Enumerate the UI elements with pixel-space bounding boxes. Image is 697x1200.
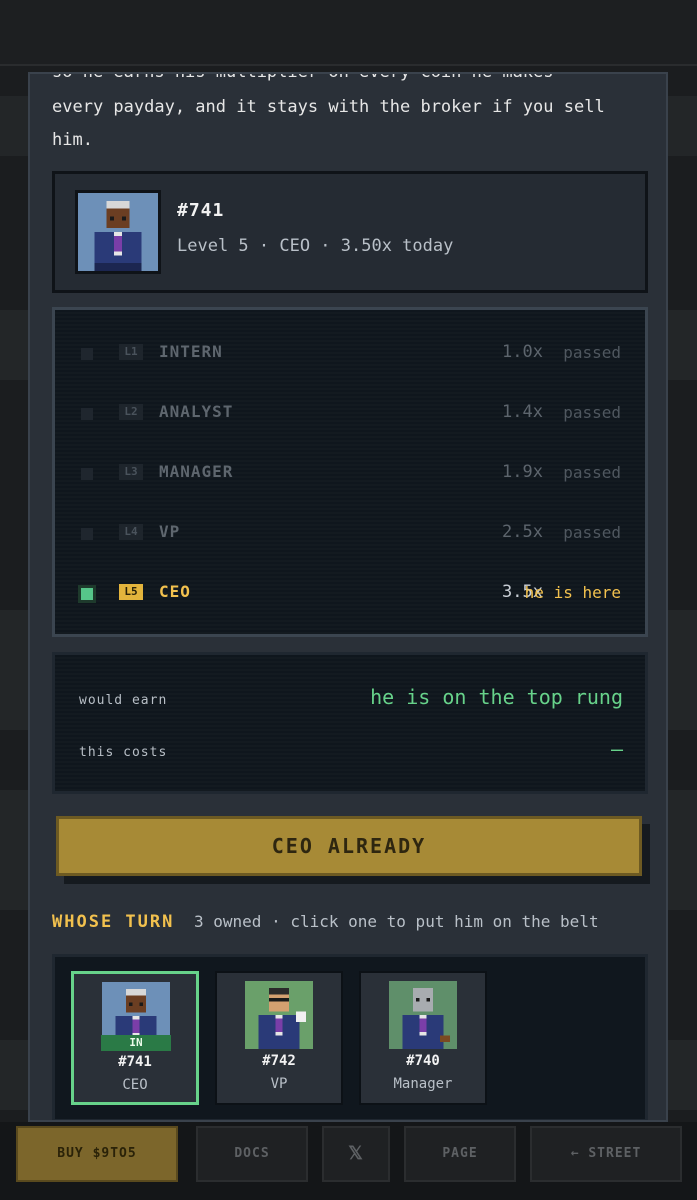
whose-turn-title: WHOSE TURN [52, 912, 175, 932]
background-top-bar [0, 0, 697, 66]
intro-cut-text: so he earns his multiplier on every coin… [52, 72, 554, 82]
docs-button[interactable]: DOCS [196, 1126, 308, 1182]
rung-level-badge: L4 [119, 524, 143, 540]
rung-state: passed [563, 343, 621, 362]
rung-state: passed [563, 403, 621, 422]
ladder-rung-ceo: L5 CEO 3.5x he is here [55, 574, 645, 614]
whose-turn-header: WHOSE TURN 3 owned · click one to put hi… [52, 912, 662, 932]
slot-broker-id: #742 [262, 1053, 296, 1069]
rung-level-badge: L3 [119, 464, 143, 480]
intro-cut-line: so he earns his multiplier on every coin… [52, 72, 652, 87]
promote-button[interactable]: CEO ALREADY [56, 816, 642, 876]
slot-broker-role: Manager [393, 1076, 453, 1092]
rung-indicator [81, 528, 93, 540]
slot-broker-id: #740 [406, 1053, 440, 1069]
costs-label: this costs [79, 745, 168, 760]
vp-portrait-icon [245, 981, 313, 1049]
rung-indicator [81, 348, 93, 360]
owned-broker-slot[interactable]: IN #741 CEO [71, 971, 199, 1105]
ladder-rung-intern: L1 INTERN 1.0x passed [55, 334, 645, 374]
rung-state: passed [563, 463, 621, 482]
street-back-button[interactable]: ← STREET [530, 1126, 682, 1182]
rung-level-badge: L5 [119, 584, 143, 600]
rung-level-badge: L2 [119, 404, 143, 420]
intro-line-1: every payday, and it stays with the brok… [52, 97, 605, 117]
rung-multiplier: 2.5x [502, 522, 543, 542]
x-social-button[interactable]: 𝕏 [322, 1126, 390, 1182]
ladder-rung-manager: L3 MANAGER 1.9x passed [55, 454, 645, 494]
whose-turn-subtitle: 3 owned · click one to put him on the be… [194, 912, 599, 931]
owned-broker-slot[interactable]: #740 Manager [359, 971, 487, 1105]
broker-level-summary: Level 5 · CEO · 3.50x today [177, 236, 454, 256]
broker-id: #741 [177, 200, 225, 221]
bottom-nav-bar: BUY $9TO5 DOCS 𝕏 PAGE ← STREET [0, 1122, 697, 1200]
slot-broker-role: VP [270, 1076, 288, 1092]
broker-card: #741 Level 5 · CEO · 3.50x today [52, 171, 648, 293]
rung-state: he is here [524, 583, 621, 602]
broker-promotion-modal: so he earns his multiplier on every coin… [28, 72, 668, 1122]
intro-text: so he earns his multiplier on every coin… [52, 74, 652, 157]
current-rung-indicator [81, 588, 93, 600]
rung-indicator [81, 408, 93, 420]
ladder-rung-analyst: L2 ANALYST 1.4x passed [55, 394, 645, 434]
owned-brokers-list: IN #741 CEO #742 VP #740 Manager [52, 954, 648, 1120]
rung-state: passed [563, 523, 621, 542]
rung-multiplier: 1.4x [502, 402, 543, 422]
page-button[interactable]: PAGE [404, 1126, 516, 1182]
intro-line-2: him. [52, 130, 93, 150]
would-earn-value: he is on the top rung [370, 685, 623, 709]
on-belt-badge: IN [101, 1035, 171, 1051]
slot-broker-role: CEO [122, 1077, 148, 1093]
rung-name: MANAGER [159, 462, 234, 481]
rung-name: INTERN [159, 342, 223, 361]
ladder-rung-vp: L4 VP 2.5x passed [55, 514, 645, 554]
rung-name: ANALYST [159, 402, 234, 421]
rung-indicator [81, 468, 93, 480]
buy-token-button[interactable]: BUY $9TO5 [16, 1126, 178, 1182]
rung-multiplier: 1.9x [502, 462, 543, 482]
earnings-panel: would earn he is on the top rung this co… [52, 652, 648, 794]
career-ladder: L1 INTERN 1.0x passed L2 ANALYST 1.4x pa… [52, 307, 648, 637]
costs-value: – [610, 737, 623, 761]
would-earn-label: would earn [79, 693, 168, 708]
slot-broker-id: #741 [118, 1054, 152, 1070]
owned-broker-slot[interactable]: #742 VP [215, 971, 343, 1105]
rung-name: CEO [159, 582, 191, 601]
manager-portrait-icon [389, 981, 457, 1049]
ceo-portrait-icon [79, 193, 157, 271]
broker-avatar [75, 190, 161, 274]
rung-multiplier: 1.0x [502, 342, 543, 362]
rung-level-badge: L1 [119, 344, 143, 360]
rung-name: VP [159, 522, 181, 541]
